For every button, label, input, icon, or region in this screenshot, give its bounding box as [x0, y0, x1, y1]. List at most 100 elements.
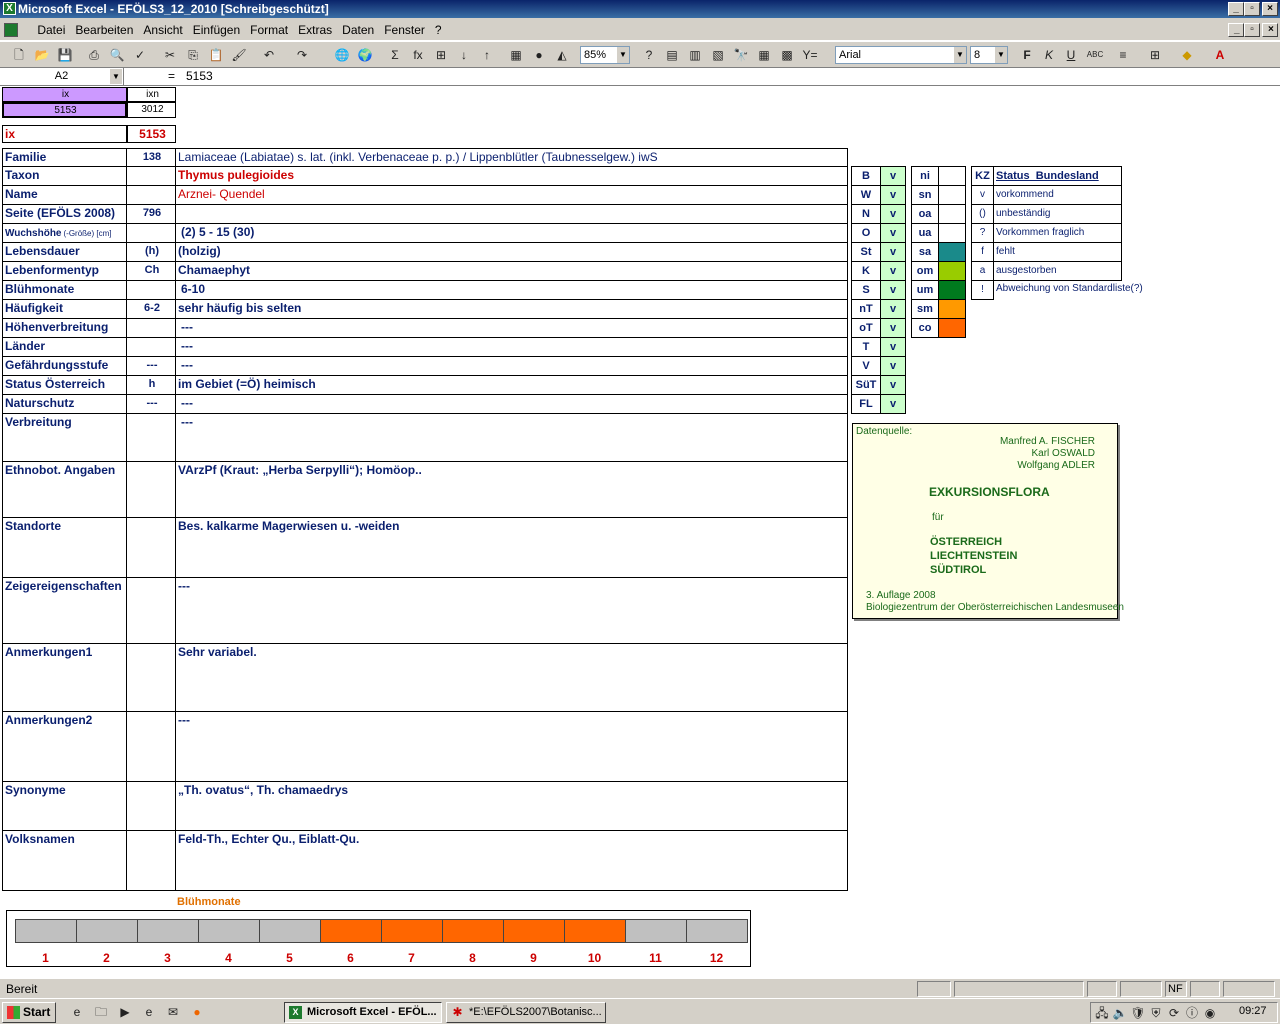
- mail-quicklaunch-icon[interactable]: ✉: [164, 1003, 182, 1021]
- web-toolbar-icon[interactable]: 🌍: [356, 46, 374, 64]
- cut-icon[interactable]: ✂: [161, 46, 179, 64]
- row-value[interactable]: Sehr variabel.: [175, 643, 848, 712]
- grid-icon[interactable]: ▦: [755, 46, 773, 64]
- volume-icon[interactable]: 🔈: [1111, 1004, 1129, 1022]
- task-editor[interactable]: ✱ *E:\EFÖLS2007\Botanisc...: [446, 1002, 606, 1023]
- copy-icon[interactable]: ⎘: [184, 46, 202, 64]
- chevron-down-icon[interactable]: ▼: [110, 69, 122, 84]
- print-icon[interactable]: ⎙: [85, 46, 103, 64]
- explorer-quicklaunch-icon[interactable]: 🗀: [92, 1003, 110, 1021]
- undo-icon[interactable]: ↶: [260, 46, 278, 64]
- menu-item[interactable]: Einfügen: [188, 20, 245, 40]
- doc-minimize-button[interactable]: _: [1228, 23, 1244, 37]
- row-value[interactable]: ---: [175, 337, 848, 357]
- save-icon[interactable]: 💾: [56, 46, 74, 64]
- shield-icon[interactable]: ⛨: [1147, 1004, 1165, 1022]
- menu-item[interactable]: Extras: [293, 20, 337, 40]
- row-value[interactable]: (holzig): [175, 242, 848, 262]
- print-preview-icon[interactable]: 🔍: [108, 46, 126, 64]
- paste-icon[interactable]: 📋: [207, 46, 225, 64]
- row-value[interactable]: Thymus pulegioides: [175, 166, 848, 186]
- spellcheck-icon[interactable]: ✓: [131, 46, 149, 64]
- row-value[interactable]: im Gebiet (=Ö) heimisch: [175, 375, 848, 395]
- function-icon[interactable]: fx: [409, 46, 427, 64]
- align-icon[interactable]: ≡: [1114, 46, 1132, 64]
- row-value[interactable]: Chamaephyt: [175, 261, 848, 281]
- borders-icon[interactable]: ⊞: [1146, 46, 1164, 64]
- row-value[interactable]: sehr häufig bis selten: [175, 299, 848, 319]
- row-value[interactable]: Arznei- Quendel: [175, 185, 848, 205]
- redo-icon[interactable]: ↷: [293, 46, 311, 64]
- sort-descending-icon[interactable]: ↑: [478, 46, 496, 64]
- zoom-select[interactable]: 85% ▼: [580, 46, 630, 64]
- underline-icon[interactable]: U: [1062, 46, 1080, 64]
- menu-item[interactable]: ?: [430, 20, 447, 40]
- row-value[interactable]: (2) 5 - 15 (30): [175, 223, 848, 243]
- firefox-quicklaunch-icon[interactable]: ●: [188, 1003, 206, 1021]
- font-color-icon[interactable]: A: [1211, 46, 1229, 64]
- browser-quicklaunch-icon[interactable]: e: [140, 1003, 158, 1021]
- hyperlink-icon[interactable]: 🌐: [333, 46, 351, 64]
- security-icon[interactable]: 🛡: [1129, 1004, 1147, 1022]
- autosum-icon[interactable]: Σ: [386, 46, 404, 64]
- font-select[interactable]: Arial ▼: [835, 46, 967, 64]
- sort-ascending-icon[interactable]: ↓: [455, 46, 473, 64]
- strikethrough-icon[interactable]: ABC: [1086, 46, 1104, 64]
- info-icon[interactable]: ⓘ: [1183, 1004, 1201, 1022]
- row-value[interactable]: ---: [175, 577, 848, 644]
- new-icon[interactable]: 🗋: [10, 46, 28, 64]
- table-icon[interactable]: ▩: [778, 46, 796, 64]
- form-icon[interactable]: ▥: [686, 46, 704, 64]
- row-value[interactable]: Bes. kalkarme Magerwiesen u. -weiden: [175, 517, 848, 578]
- row-value[interactable]: Lamiaceae (Labiatae) s. lat. (inkl. Verb…: [175, 148, 848, 167]
- network-icon[interactable]: 🖧: [1093, 1004, 1111, 1022]
- start-button[interactable]: Start: [2, 1002, 56, 1023]
- workbook-icon[interactable]: [4, 23, 18, 37]
- ix-value-cell[interactable]: 5153: [2, 102, 127, 118]
- row-value[interactable]: 6-10: [175, 280, 848, 300]
- ixn-value-cell[interactable]: 3012: [127, 102, 176, 118]
- update-icon[interactable]: ⟳: [1165, 1004, 1183, 1022]
- row-value[interactable]: ---: [175, 356, 848, 376]
- maximize-button[interactable]: ▫: [1244, 2, 1260, 16]
- media-quicklaunch-icon[interactable]: ▶: [116, 1003, 134, 1021]
- menu-item[interactable]: Format: [245, 20, 293, 40]
- open-icon[interactable]: 📂: [33, 46, 51, 64]
- menu-item[interactable]: Datei: [32, 20, 70, 40]
- drawing-icon[interactable]: ◭: [553, 46, 571, 64]
- sync-icon[interactable]: ◉: [1201, 1004, 1219, 1022]
- close-button[interactable]: ×: [1262, 2, 1278, 16]
- task-excel[interactable]: X Microsoft Excel - EFÖL...: [284, 1002, 442, 1023]
- chart-wizard-icon[interactable]: ▦: [507, 46, 525, 64]
- row-value[interactable]: ---: [175, 394, 848, 414]
- italic-icon[interactable]: K: [1040, 46, 1058, 64]
- format-painter-icon[interactable]: 🖌: [230, 46, 248, 64]
- fill-color-icon[interactable]: ◆: [1178, 46, 1196, 64]
- menu-item[interactable]: Bearbeiten: [70, 20, 138, 40]
- row-value[interactable]: ---: [175, 318, 848, 338]
- doc-close-button[interactable]: ×: [1262, 23, 1278, 37]
- merge-icon[interactable]: ▤: [663, 46, 681, 64]
- autofilter-icon[interactable]: Y=: [801, 46, 819, 64]
- name-box[interactable]: A2: [0, 68, 124, 85]
- row-value[interactable]: [175, 204, 848, 224]
- font-size-select[interactable]: 8 ▼: [970, 46, 1008, 64]
- row-value[interactable]: VArzPf (Kraut: „Herba Serpylli“); Homöop…: [175, 461, 848, 518]
- row-value[interactable]: Feld-Th., Echter Qu., Eiblatt-Qu.: [175, 830, 848, 891]
- row-value[interactable]: ---: [175, 711, 848, 782]
- minimize-button[interactable]: _: [1228, 2, 1244, 16]
- menu-item[interactable]: Daten: [337, 20, 379, 40]
- row-value[interactable]: ---: [175, 413, 848, 462]
- menu-item[interactable]: Fenster: [379, 20, 430, 40]
- insert-icon[interactable]: ⊞: [432, 46, 450, 64]
- map-icon[interactable]: ●: [530, 46, 548, 64]
- row-value[interactable]: „Th. ovatus“, Th. chamaedrys: [175, 781, 848, 831]
- formula-input[interactable]: 5153: [186, 69, 213, 83]
- doc-restore-button[interactable]: ▫: [1244, 23, 1260, 37]
- help-icon[interactable]: ?: [640, 46, 658, 64]
- calc-icon[interactable]: ▧: [709, 46, 727, 64]
- menu-item[interactable]: Ansicht: [138, 20, 187, 40]
- bold-icon[interactable]: F: [1018, 46, 1036, 64]
- find-icon[interactable]: 🔭: [732, 46, 750, 64]
- ie-quicklaunch-icon[interactable]: e: [68, 1003, 86, 1021]
